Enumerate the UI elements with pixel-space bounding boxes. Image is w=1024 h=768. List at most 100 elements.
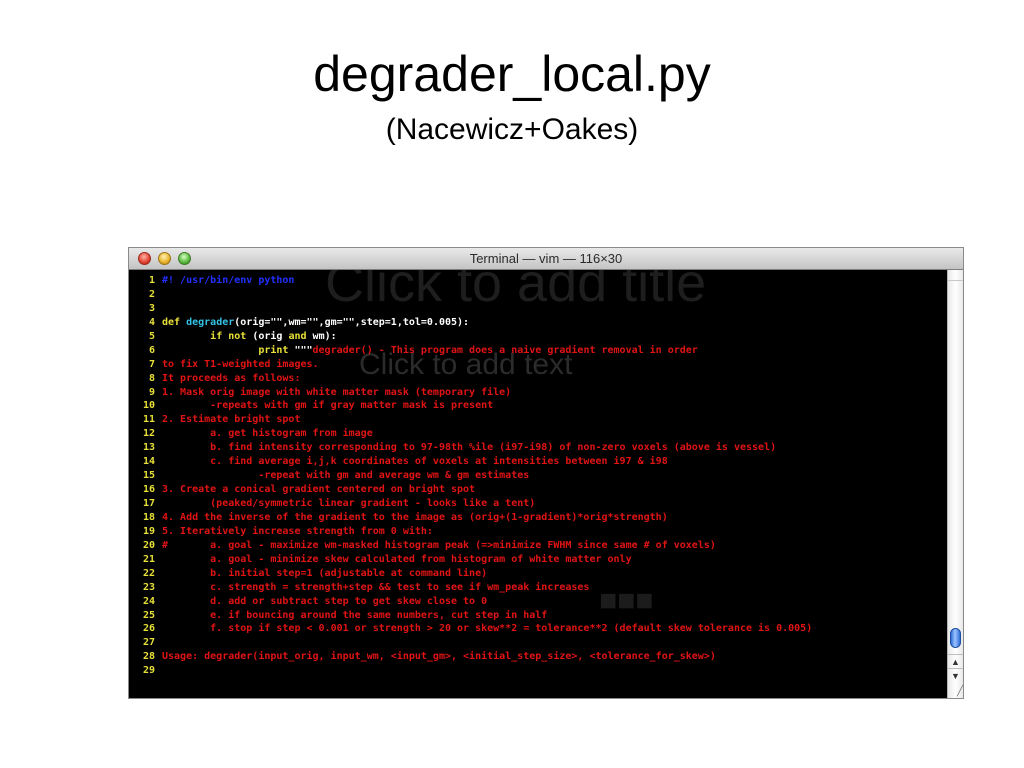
code-text: It proceeds as follows: [162,372,300,386]
line-number: 3 [148,302,155,314]
code-token: #! /usr/bin/env python [162,275,295,286]
line-number: 27 [142,637,155,649]
code-token: (orig [252,330,289,342]
code-token: """ [294,344,313,356]
line-number: 25 [142,609,155,621]
line-number: 23 [142,581,155,593]
code-token: c. find average i,j,k coordinates of vox… [162,456,668,468]
code-token: a. get histogram from image [162,428,373,440]
code-text: 5. Iteratively increase strength from 0 … [162,525,433,539]
line-number: 18 [142,511,155,523]
code-text: 4. Add the inverse of the gradient to th… [162,511,668,525]
code-token: 4. Add the inverse of the gradient to th… [162,511,668,523]
code-line: 13 b. find intensity corresponding to 97… [129,441,947,455]
resize-grip-icon[interactable]: ╱ [948,684,963,698]
code-text: a. goal - minimize skew calculated from … [162,553,632,567]
code-text: -repeat with gm and average wm & gm esti… [162,469,529,483]
code-token: -repeat with gm and average wm & gm esti… [162,470,530,482]
code-line: 7 to fix T1-weighted images. [129,358,947,372]
code-token: (orig="",wm="",gm="",step=1,tol=0.005): [234,316,470,328]
line-number: 11 [142,414,155,426]
code-line: 21 a. goal - minimize skew calculated fr… [129,553,947,567]
line-number: 17 [142,498,155,509]
code-token: It proceeds as follows: [162,372,301,384]
code-token: degrader() - This program does a naive g… [312,344,698,356]
code-token: 3. Create a conical gradient centered on… [162,484,476,496]
line-number: 12 [142,428,155,440]
code-line: 12 a. get histogram from image [129,427,947,441]
code-token: 5. Iteratively increase strength from 0 … [162,525,433,537]
code-line: 15 -repeat with gm and average wm & gm e… [129,469,947,483]
code-token: print [258,344,295,356]
code-line: 8 It proceeds as follows: [129,372,947,386]
code-line: 3 [129,302,947,316]
code-token: 1. Mask orig image with white matter mas… [162,386,512,398]
code-line: 27 [129,636,947,650]
terminal-content[interactable]: Click to add title Click to add text ■■■… [129,270,947,698]
scroll-down-arrow-icon[interactable]: ▼ [948,668,963,682]
slide-subtitle: (Nacewicz+Oakes) [385,113,639,146]
code-token: and [288,330,313,342]
code-line: 28 Usage: degrader(input_orig, input_wm, … [129,650,947,664]
code-token: Usage: degrader(input_orig, input_wm, <i… [162,651,716,663]
vertical-scrollbar[interactable]: ▲ ▼ ╱ [947,270,963,698]
code-token: 2. Estimate bright spot [162,414,301,426]
window-title: Terminal — vim — 116×30 [469,251,623,266]
line-number: 28 [142,651,155,663]
line-number: 19 [142,525,155,537]
line-number: 24 [142,595,155,607]
code-line: 17 (peaked/symmetric linear gradient - l… [129,497,947,511]
code-token: if not [210,330,253,342]
line-number: 4 [148,316,155,328]
line-number: 13 [142,442,155,454]
code-text: d. add or subtract step to get skew clos… [162,595,487,609]
line-number: 2 [148,288,155,300]
code-text: print """degrader() - This program does … [162,344,698,358]
code-text: b. find intensity corresponding to 97-98… [162,441,776,455]
code-line: 4 def degrader(orig="",wm="",gm="",step=1… [129,316,947,330]
line-number: 29 [142,665,155,677]
code-line: 19 5. Iteratively increase strength from … [129,525,947,539]
scrollbar-thumb[interactable] [950,628,961,648]
code-text: # a. goal - maximize wm-masked histogram… [162,539,716,553]
code-token: d. add or subtract step to get skew clos… [162,595,488,607]
code-token: f. stop if step < 0.001 or strength > 20… [162,623,813,635]
code-text: (peaked/symmetric linear gradient - look… [162,497,535,511]
code-line: 11 2. Estimate bright spot [129,413,947,427]
code-token: e. if bouncing around the same numbers, … [162,609,548,621]
code-token: -repeats with gm if gray matter mask is … [162,400,494,412]
code-token: b. find intensity corresponding to 97-98… [162,442,777,454]
code-text: c. strength = strength+step && test to s… [162,581,589,595]
line-number: 22 [142,567,155,579]
line-number: 21 [142,553,155,565]
scrollbar-top-cap [948,270,963,281]
code-text: to fix T1-weighted images. [162,358,319,372]
code-line: 1 #! /usr/bin/env python [129,274,947,288]
code-token: wm): [312,330,337,342]
code-text: 1. Mask orig image with white matter mas… [162,386,511,400]
line-number: 20 [142,539,155,551]
line-number: 5 [148,330,155,342]
code-token: def [162,316,187,328]
code-text: def degrader(orig="",wm="",gm="",step=1,… [162,316,469,330]
code-token: b. initial step=1 (adjustable at command… [162,567,488,579]
code-line: 25 e. if bouncing around the same number… [129,609,947,623]
line-number: 9 [148,386,155,398]
code-text: f. stop if step < 0.001 or strength > 20… [162,622,812,636]
scroll-up-arrow-icon[interactable]: ▲ [948,654,963,668]
window-titlebar[interactable]: Terminal — vim — 116×30 [129,248,963,270]
line-number: 8 [148,372,155,384]
code-token: to fix T1-weighted images. [162,358,319,370]
code-text: b. initial step=1 (adjustable at command… [162,567,487,581]
code-line: 9 1. Mask orig image with white matter ma… [129,386,947,400]
code-token: (peaked/symmetric linear gradient - look… [162,498,536,509]
code-line: 6 print """degrader() - This program doe… [129,344,947,358]
code-token: c. strength = strength+step && test to s… [162,581,590,593]
code-line: 29 [129,664,947,678]
line-number: 26 [142,623,155,635]
line-number: 15 [142,470,155,482]
line-number: 1 [148,275,155,286]
code-token: a. goal - minimize skew calculated from … [162,553,632,565]
code-text: a. get histogram from image [162,427,373,441]
